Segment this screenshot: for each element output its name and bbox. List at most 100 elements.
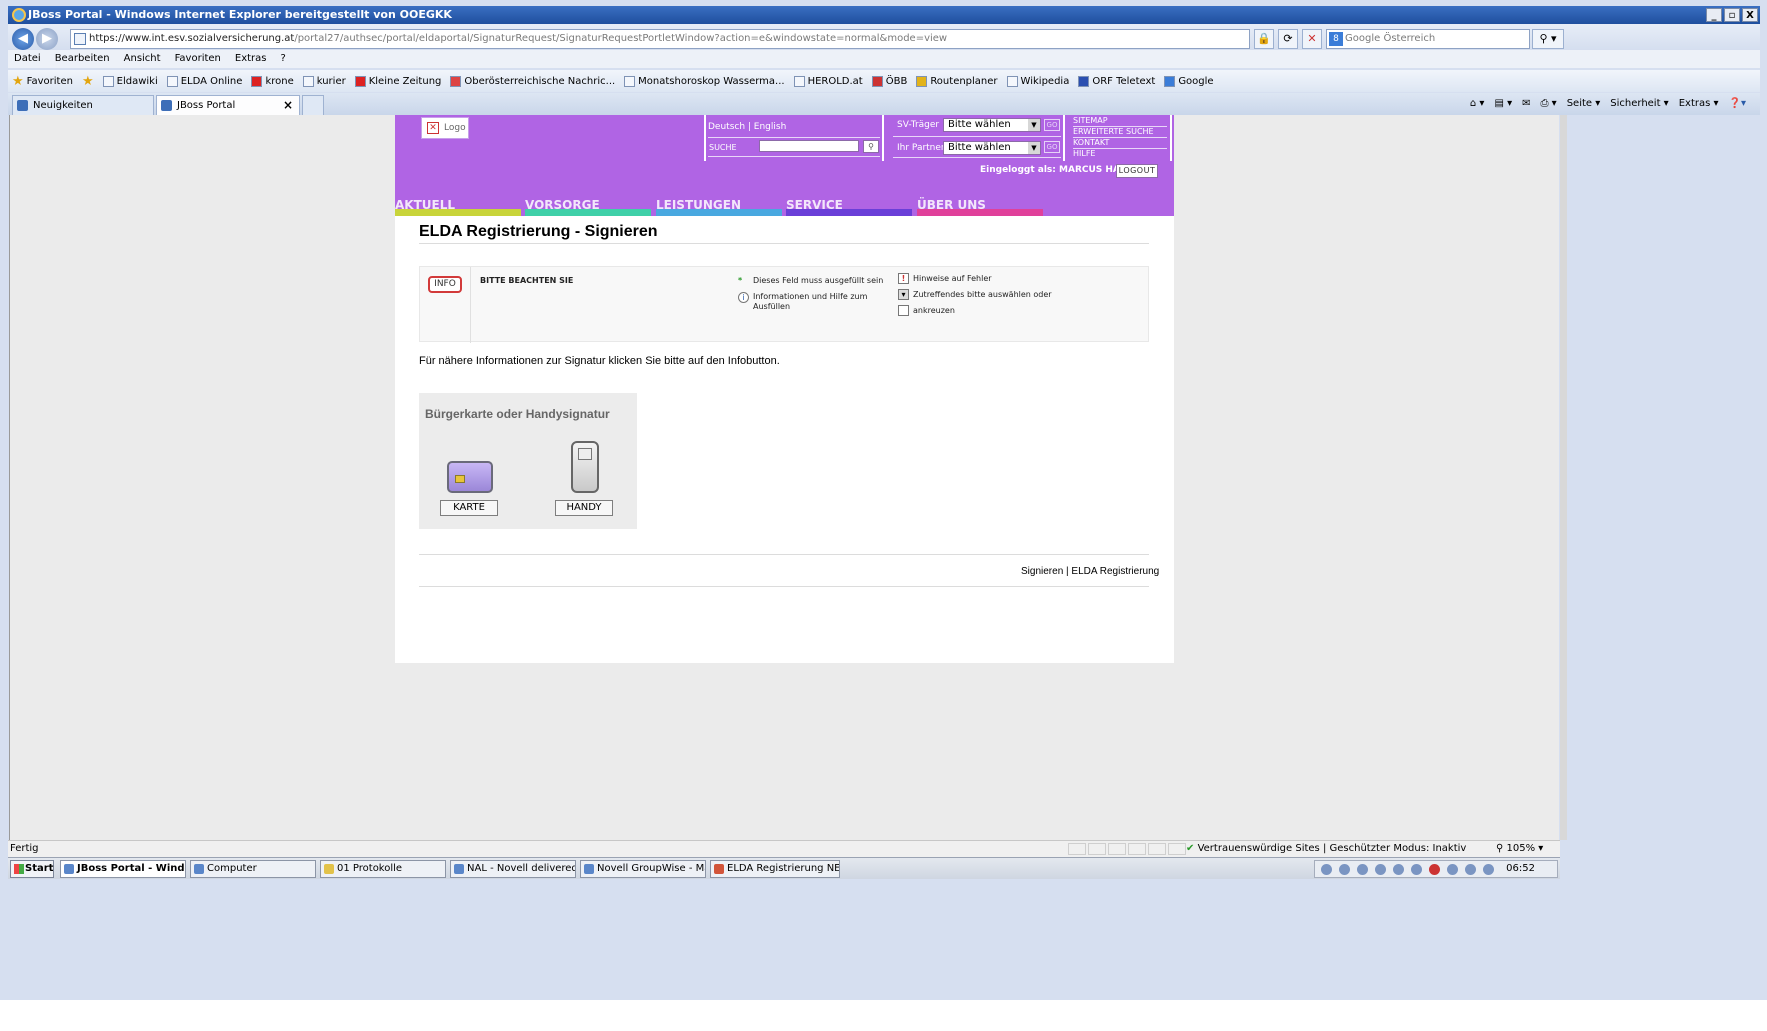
command-sicherheit[interactable]: Sicherheit ▾ — [1610, 95, 1668, 113]
karte-button[interactable]: KARTE — [440, 500, 498, 516]
tab-neuigkeiten[interactable]: Neuigkeiten — [12, 95, 154, 115]
nav-service[interactable]: SERVICE — [786, 198, 912, 216]
start-button[interactable]: Start — [10, 860, 54, 878]
print-icon[interactable]: ⎙ ▾ — [1541, 95, 1557, 113]
volume-icon[interactable] — [1483, 864, 1494, 875]
sv-go-button[interactable]: GO — [1044, 119, 1060, 131]
tab-jboss-portal[interactable]: JBoss Portal × — [156, 95, 300, 115]
nav-leistungen[interactable]: LEISTUNGEN — [656, 198, 782, 216]
tray-icon[interactable] — [1447, 864, 1458, 875]
language-switch[interactable]: Deutsch | English — [708, 122, 786, 132]
task-jboss-portal[interactable]: JBoss Portal - Windo... — [60, 860, 186, 878]
logout-button[interactable]: LOGOUT — [1116, 164, 1158, 178]
fav-oebb[interactable]: ÖBB — [871, 75, 907, 87]
tray-icon[interactable] — [1465, 864, 1476, 875]
menu-bearbeiten[interactable]: Bearbeiten — [55, 50, 110, 68]
menu-favoriten[interactable]: Favoriten — [175, 50, 221, 68]
zoom-level[interactable]: ⚲ 105% ▾ — [1496, 841, 1543, 857]
task-computer[interactable]: Computer — [190, 860, 316, 878]
security-zone[interactable]: ✔ Vertrauenswürdige Sites | Geschützter … — [1186, 841, 1466, 857]
fav-eldawiki[interactable]: Eldawiki — [102, 75, 158, 87]
task-nal[interactable]: NAL - Novell delivered A... — [450, 860, 576, 878]
stop-icon[interactable]: ✕ — [1302, 29, 1322, 49]
search-go-button[interactable]: ⚲ ▾ — [1532, 29, 1564, 49]
fav-krone[interactable]: krone — [251, 75, 294, 87]
fav-kurier[interactable]: kurier — [302, 75, 346, 87]
nav-aktuell[interactable]: AKTUELL — [395, 198, 521, 216]
system-tray: 06:52 — [1314, 860, 1558, 878]
ie-tab-icon — [161, 100, 172, 111]
menu-ansicht[interactable]: Ansicht — [124, 50, 161, 68]
select-icon: ▾ — [898, 289, 909, 300]
smartcard-icon[interactable] — [447, 461, 493, 493]
task-protokolle[interactable]: 01 Protokolle — [320, 860, 446, 878]
tray-icon[interactable] — [1393, 864, 1404, 875]
nav-ueber-uns[interactable]: ÜBER UNS — [917, 198, 1043, 216]
info-heading: BITTE BEACHTEN SIE — [480, 276, 574, 285]
sv-traeger-label: SV-Träger — [897, 120, 940, 130]
feeds-icon[interactable]: ▤ ▾ — [1494, 95, 1512, 113]
new-tab-button[interactable] — [302, 95, 324, 115]
fav-ooe-nachrichten[interactable]: Oberösterreichische Nachric... — [450, 75, 615, 87]
link-sitemap[interactable]: SITEMAP — [1073, 116, 1108, 125]
star-icon: ★ — [12, 73, 24, 89]
tab-bar: Neuigkeiten JBoss Portal × ⌂ ▾ ▤ ▾ ✉ ⎙ ▾… — [8, 93, 1760, 115]
tray-icon[interactable] — [1339, 864, 1350, 875]
info-button[interactable]: INFO — [428, 276, 462, 293]
signature-options: Bürgerkarte oder Handysignatur KARTE HAN… — [419, 393, 637, 529]
command-extras[interactable]: Extras ▾ — [1679, 95, 1719, 113]
help-icon[interactable]: ❓▾ — [1729, 95, 1746, 113]
portal-search-icon[interactable]: ⚲ — [863, 140, 879, 153]
tray-icon[interactable] — [1321, 864, 1332, 875]
command-seite[interactable]: Seite ▾ — [1567, 95, 1601, 113]
forward-button[interactable]: ▶ — [36, 28, 58, 50]
fav-google[interactable]: Google — [1164, 75, 1214, 87]
fav-routenplaner[interactable]: Routenplaner — [916, 75, 998, 87]
fav-elda-online[interactable]: ELDA Online — [166, 75, 242, 87]
chevron-down-icon: ▼ — [1028, 119, 1040, 131]
checkmark-icon: ✔ — [1186, 843, 1195, 854]
nav-vorsorge[interactable]: VORSORGE — [525, 198, 651, 216]
fav-horoskop[interactable]: Monatshoroskop Wasserma... — [624, 75, 785, 87]
menu-datei[interactable]: Datei — [14, 50, 41, 68]
clock: 06:52 — [1506, 863, 1535, 874]
link-kontakt[interactable]: KONTAKT — [1073, 138, 1109, 147]
add-favorite-icon[interactable]: ★ — [82, 74, 94, 89]
taskbar: Start JBoss Portal - Windo... Computer 0… — [8, 857, 1560, 879]
handy-button[interactable]: HANDY — [555, 500, 613, 516]
refresh-icon[interactable]: ⟳ — [1278, 29, 1298, 49]
minimize-button[interactable]: _ — [1706, 8, 1722, 22]
menu-extras[interactable]: Extras — [235, 50, 267, 68]
link-hilfe[interactable]: HILFE — [1073, 149, 1096, 158]
status-bar: Fertig ✔ Vertrauenswürdige Sites | Gesch… — [8, 840, 1560, 857]
mail-icon[interactable]: ✉ — [1522, 95, 1530, 113]
lock-icon[interactable]: 🔒 — [1254, 29, 1274, 49]
tray-icon[interactable] — [1411, 864, 1422, 875]
link-erweiterte-suche[interactable]: ERWEITERTE SUCHE — [1073, 127, 1154, 136]
tray-icon[interactable] — [1375, 864, 1386, 875]
home-icon[interactable]: ⌂ ▾ — [1470, 95, 1485, 113]
tray-icon[interactable] — [1357, 864, 1368, 875]
url-input[interactable]: https://www.int.esv.sozialversicherung.a… — [70, 29, 1250, 49]
close-window-button[interactable]: X — [1742, 8, 1758, 22]
back-button[interactable]: ◀ — [12, 28, 34, 50]
mobile-phone-icon[interactable] — [571, 441, 599, 493]
chevron-down-icon: ▼ — [1028, 142, 1040, 154]
tray-icon[interactable] — [1429, 864, 1440, 875]
menu-help[interactable]: ? — [281, 50, 286, 68]
partner-go-button[interactable]: GO — [1044, 141, 1060, 153]
maximize-button[interactable]: ▫ — [1724, 8, 1740, 22]
search-input[interactable]: 8 Google Österreich — [1326, 29, 1530, 49]
fav-kleine-zeitung[interactable]: Kleine Zeitung — [354, 75, 441, 87]
partner-select[interactable]: Bitte wählen ▼ — [943, 141, 1041, 155]
sv-traeger-select[interactable]: Bitte wählen ▼ — [943, 118, 1041, 132]
task-groupwise[interactable]: Novell GroupWise - Mailbox — [580, 860, 706, 878]
fav-herold[interactable]: HEROLD.at — [793, 75, 863, 87]
fav-wikipedia[interactable]: Wikipedia — [1006, 75, 1069, 87]
close-tab-icon[interactable]: × — [283, 96, 293, 115]
fav-orf-teletext[interactable]: ORF Teletext — [1078, 75, 1155, 87]
portal-search-input[interactable] — [759, 140, 859, 152]
task-elda-registrierung[interactable]: ELDA Registrierung NEU.... — [710, 860, 840, 878]
logo[interactable]: ✕ Logo — [421, 117, 469, 139]
favorites-button[interactable]: ★ Favoriten — [12, 74, 73, 89]
